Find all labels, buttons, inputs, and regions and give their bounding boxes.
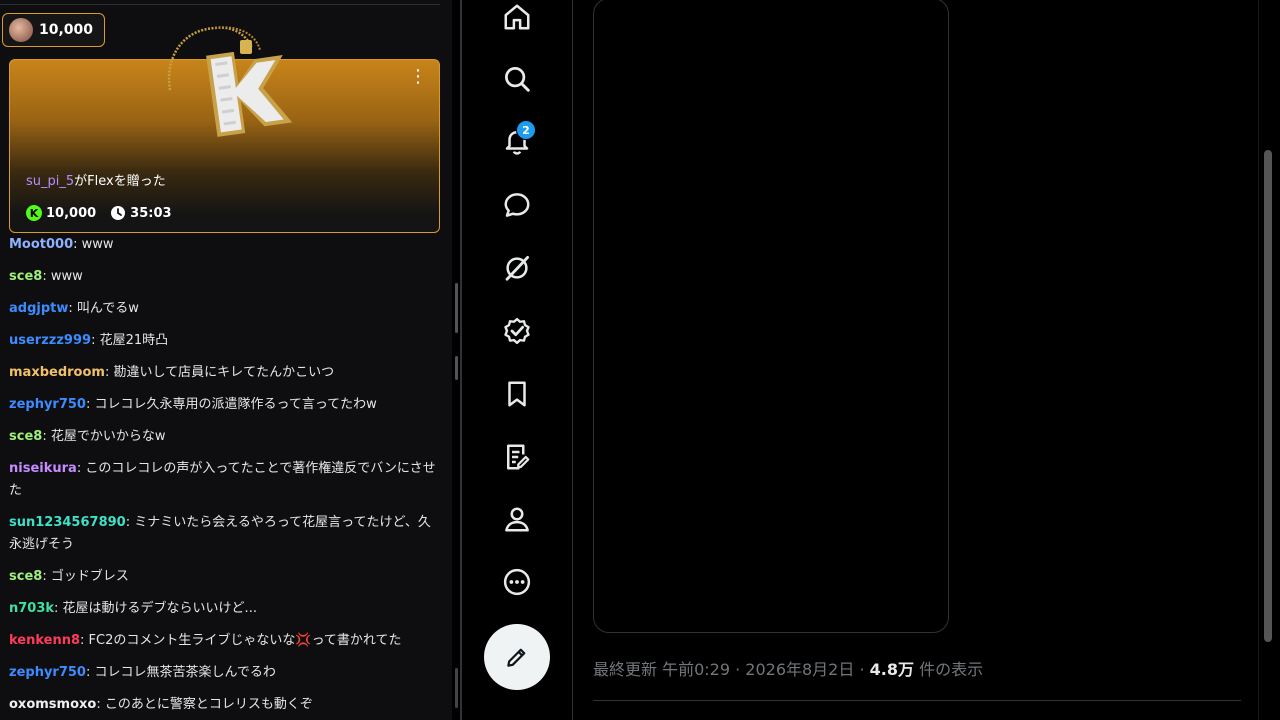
compose-post-button[interactable]	[484, 624, 550, 690]
chat-text: : www	[42, 269, 83, 284]
nav-bookmarks[interactable]	[500, 377, 534, 411]
chat-text: : 花屋は動けるデブならいいけど...	[54, 601, 257, 616]
chat-text: : コレコレ無茶苦茶楽しんでるわ	[85, 665, 276, 680]
chat-message: sce8: www	[9, 261, 439, 293]
gifter-username[interactable]: su_pi_5	[26, 174, 74, 189]
notification-badge: 2	[516, 120, 536, 140]
chat-message-list: Moot000: www sce8: www adgjptw: 叫んでるw us…	[9, 229, 439, 720]
gift-stats: K 10,000 35:03	[26, 205, 172, 221]
bookmark-icon	[508, 381, 526, 407]
chat-username[interactable]: maxbedroom	[9, 365, 105, 380]
card-menu-icon[interactable]: ⋮	[409, 68, 427, 86]
post-media-container[interactable]	[593, 0, 949, 633]
nav-explore[interactable]	[500, 62, 534, 96]
chat-username[interactable]: niseikura	[9, 461, 77, 476]
chat-username[interactable]: sce8	[9, 269, 42, 284]
chat-username[interactable]: Moot000	[9, 237, 73, 252]
chat-username[interactable]: adgjptw	[9, 301, 68, 316]
more-icon	[503, 568, 531, 596]
grok-icon	[505, 256, 529, 281]
gift-message-text: がFlexを贈った	[74, 174, 166, 189]
post-view-label: 件の表示	[913, 660, 984, 679]
nav-grok[interactable]	[500, 251, 534, 285]
post-metadata: 最終更新 午前0:29 · 2026年8月2日 · 4.8万 件の表示	[593, 656, 983, 680]
chat-username[interactable]: zephyr750	[9, 397, 86, 412]
nav-articles[interactable]	[500, 440, 534, 474]
gift-leaderboard-pill[interactable]: 10,000	[2, 13, 105, 47]
search-icon	[505, 67, 530, 92]
nav-more[interactable]	[500, 565, 534, 599]
chat-message: userzzz999: 花屋21時凸	[9, 325, 439, 357]
articles-icon	[507, 444, 530, 470]
chat-text: : www	[73, 237, 114, 252]
chat-message: sce8: ゴッドブレス	[9, 561, 439, 593]
chat-username[interactable]: n703k	[9, 601, 54, 616]
flex-gift-message: su_pi_5がFlexを贈った	[26, 170, 166, 189]
post-divider	[593, 700, 1241, 701]
chat-username[interactable]: sce8	[9, 569, 42, 584]
flex-pendant-image	[167, 26, 293, 137]
x-nav-sidebar: 2	[462, 0, 572, 720]
chat-text: : このあとに警察とコレリスも動くぞ	[96, 697, 313, 712]
main-column-divider	[572, 0, 573, 720]
stream-chat-panel: 10,000 ⋮ su_pi_5がFlexを贈った K 10,000 35:03	[0, 0, 452, 720]
chat-message: n703k: 花屋は動けるデブならいいけど...	[9, 593, 439, 625]
verified-icon	[504, 317, 530, 345]
nav-profile[interactable]	[500, 502, 534, 536]
chat-text: : 花屋でかいからなw	[42, 429, 166, 444]
chat-username[interactable]: sun1234567890	[9, 515, 126, 530]
chat-username[interactable]: oxomsmoxo	[9, 697, 96, 712]
chat-message: niseikura: このコレコレの声が入ってたことで著作権違反でバンにさせた	[9, 453, 439, 507]
compose-icon	[507, 648, 526, 667]
gifter-avatar	[9, 18, 33, 42]
chat-message: oxomsmoxo: このあとに警察とコレリスも動くぞ	[9, 689, 439, 720]
main-scrollbar-thumb[interactable]	[1264, 150, 1272, 642]
chat-username[interactable]: zephyr750	[9, 665, 86, 680]
chat-message: sce8: 花屋でかいからなw	[9, 421, 439, 453]
chat-message: Moot000: www	[9, 229, 439, 261]
chat-message: sun1234567890: ミナミいたら会えるやろって花屋言ってたけど、久永逃…	[9, 507, 439, 561]
gift-pill-amount: 10,000	[39, 22, 94, 38]
nav-messages[interactable]	[500, 188, 534, 222]
chat-username[interactable]: kenkenn8	[9, 633, 80, 648]
home-icon	[504, 4, 530, 30]
nav-home[interactable]	[500, 0, 534, 34]
post-view-count: 4.8万	[869, 660, 914, 679]
profile-icon	[505, 507, 529, 532]
kick-coin-icon: K	[26, 205, 42, 221]
chat-username[interactable]: sce8	[9, 429, 42, 444]
chat-text: : 叫んでるw	[68, 301, 139, 316]
clock-icon	[111, 206, 126, 220]
chat-message: zephyr750: コレコレ久永専用の派遣隊作るって言ってたわw	[9, 389, 439, 421]
post-timestamp[interactable]: 最終更新 午前0:29 · 2026年8月2日 ·	[593, 660, 870, 679]
chat-text: : コレコレ久永専用の派遣隊作るって言ってたわw	[85, 397, 377, 412]
nav-premium[interactable]	[500, 314, 534, 348]
chat-scrollbar-thumb[interactable]	[455, 283, 458, 333]
chat-message: kenkenn8: FC2のコメント生ライブじゃないな💢って書かれてた	[9, 625, 439, 657]
chat-scrollbar-thumb-secondary[interactable]	[455, 356, 458, 380]
chat-scrollbar-bottom[interactable]	[455, 668, 458, 708]
chat-username[interactable]: userzzz999	[9, 333, 91, 348]
chat-message: maxbedroom: 勘違いして店員にキレてたんかこいつ	[9, 357, 439, 389]
gift-kick-amount: 10,000	[46, 205, 97, 221]
chat-text: : ゴッドブレス	[42, 569, 129, 584]
chat-bubble-icon	[504, 193, 530, 217]
scrollbar-track	[1258, 0, 1259, 720]
gift-time-left: 35:03	[130, 205, 172, 221]
chat-message: adgjptw: 叫んでるw	[9, 293, 439, 325]
chat-top-divider	[0, 4, 440, 5]
chat-text: : 勘違いして店員にキレてたんかこいつ	[104, 365, 335, 380]
chat-text: : 花屋21時凸	[91, 333, 169, 348]
chat-message: zephyr750: コレコレ無茶苦茶楽しんでるわ	[9, 657, 439, 689]
chat-text: : FC2のコメント生ライブじゃないな💢って書かれてた	[80, 633, 402, 648]
